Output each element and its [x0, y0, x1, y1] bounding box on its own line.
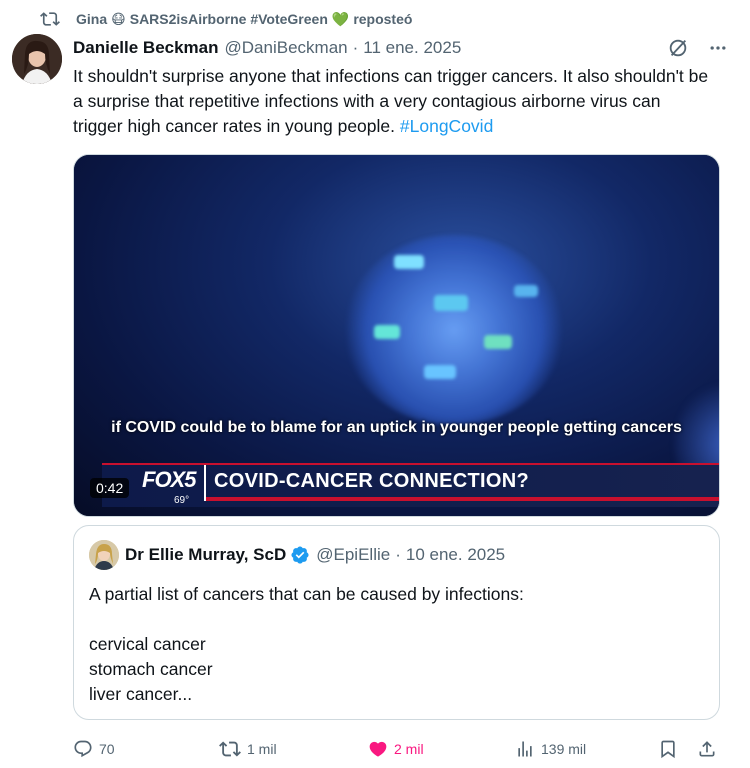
quoted-author-handle: @EpiEllie: [316, 545, 391, 564]
news-lower-third: FOX5 69° COVID-CANCER CONNECTION?: [102, 463, 719, 507]
views-button[interactable]: 139 mil: [515, 736, 586, 762]
repost-button[interactable]: 1 mil: [219, 736, 277, 762]
quoted-author-name: Dr Ellie Murray, ScD: [125, 545, 287, 564]
bookmark-icon: [661, 740, 675, 759]
reply-icon: [74, 740, 92, 758]
headline-red-bar: [206, 497, 719, 501]
reply-count: 70: [99, 741, 115, 757]
grok-icon[interactable]: [666, 36, 690, 60]
virus-spike: [434, 295, 468, 311]
quoted-line: liver cancer...: [89, 684, 193, 704]
verified-badge-icon: [291, 546, 309, 564]
virus-spike: [374, 325, 400, 339]
mask-emoji: 😷: [111, 10, 126, 27]
quoted-text: A partial list of cancers that can be ca…: [89, 582, 699, 707]
quoted-date: 10 ene. 2025: [405, 545, 506, 564]
virus-spike: [514, 285, 538, 297]
repost-count: 1 mil: [247, 741, 277, 757]
heart-icon: [369, 741, 387, 757]
hashtag-link[interactable]: #LongCovid: [400, 116, 493, 136]
quoted-line: [89, 607, 699, 632]
share-icon: [699, 741, 715, 757]
virus-spike: [394, 255, 424, 269]
quoted-line: A partial list of cancers that can be ca…: [89, 584, 524, 604]
tweet-date[interactable]: 11 ene. 2025: [363, 38, 461, 58]
quoted-avatar: [89, 540, 119, 570]
quoted-line: stomach cancer: [89, 659, 213, 679]
news-headline: COVID-CANCER CONNECTION?: [214, 470, 529, 492]
temperature-readout: 69°: [174, 495, 190, 506]
bookmark-button[interactable]: [658, 736, 678, 762]
tweet-body: It shouldn't surprise anyone that infect…: [73, 66, 709, 136]
tweet-header: Danielle Beckman @DaniBeckman · 11 ene. …: [73, 37, 730, 59]
repost-icon: [40, 12, 60, 26]
share-button[interactable]: [697, 736, 717, 762]
reply-button[interactable]: 70: [73, 736, 115, 762]
more-options-icon[interactable]: [706, 36, 730, 60]
author-name[interactable]: Danielle Beckman: [73, 38, 219, 58]
lower-third-divider: [204, 465, 206, 501]
quoted-header: Dr Ellie Murray, ScD @EpiEllie · 10 ene.…: [125, 544, 505, 566]
tweet-text: It shouldn't surprise anyone that infect…: [73, 64, 713, 139]
view-count: 139 mil: [541, 741, 587, 757]
avatar[interactable]: [12, 34, 62, 84]
green-heart-emoji: 💚: [331, 10, 350, 27]
author-handle[interactable]: @DaniBeckman: [225, 38, 348, 58]
virus-spike: [484, 335, 512, 349]
video-player[interactable]: if COVID could be to blame for an uptick…: [73, 154, 720, 517]
repost-user: Gina: [76, 11, 108, 27]
views-icon: [518, 741, 532, 757]
video-duration: 0:42: [90, 478, 130, 498]
repost-user-tags: SARS2isAirborne #VoteGreen: [129, 11, 328, 27]
repost-icon: [219, 741, 241, 757]
quoted-tweet[interactable]: Dr Ellie Murray, ScD @EpiEllie · 10 ene.…: [73, 525, 720, 720]
fox5-logo: FOX5: [142, 467, 196, 492]
like-button[interactable]: 2 mil: [368, 736, 424, 762]
virus-spike: [424, 365, 456, 379]
separator: ·: [352, 38, 359, 57]
action-bar: 70 1 mil 2 mil 139 mil: [73, 736, 723, 762]
quoted-line: cervical cancer: [89, 634, 206, 654]
repost-action: reposteó: [353, 11, 413, 27]
video-caption: if COVID could be to blame for an uptick…: [111, 419, 682, 436]
repost-attribution[interactable]: Gina 😷 SARS2isAirborne #VoteGreen 💚 repo…: [40, 8, 412, 30]
separator: ·: [395, 545, 401, 564]
like-count: 2 mil: [394, 741, 424, 757]
